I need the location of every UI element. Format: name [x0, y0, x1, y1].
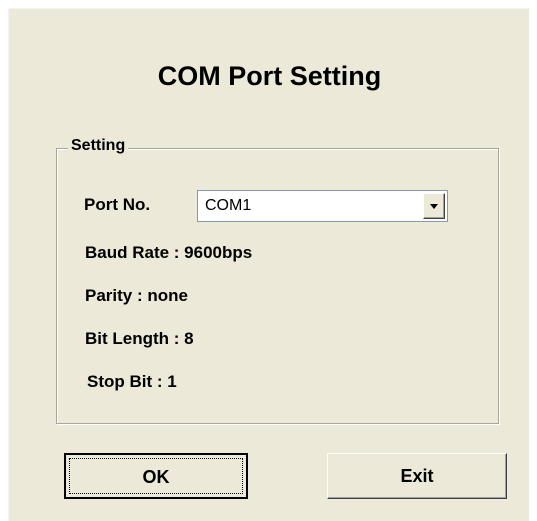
parity-text: Parity : none — [85, 286, 188, 305]
ok-button-label: OK — [142, 467, 170, 487]
ok-button[interactable]: OK — [64, 453, 248, 499]
combo-dropdown-button[interactable] — [423, 193, 445, 219]
baud-rate-text: Baud Rate : 9600bps — [85, 243, 253, 262]
dialog-title: COM Port Setting — [157, 61, 382, 91]
exit-button-label: Exit — [400, 466, 434, 486]
chevron-down-icon — [430, 204, 438, 209]
bit-length-text: Bit Length : 8 — [85, 329, 194, 348]
setting-group-legend: Setting — [68, 137, 129, 155]
port-no-label: Port No. — [84, 195, 151, 214]
exit-button[interactable]: Exit — [327, 453, 507, 499]
port-no-value: COM1 — [205, 197, 252, 214]
stop-bit-text: Stop Bit : 1 — [87, 372, 177, 391]
com-port-dialog: COM Port Setting Setting Port No. COM1 B… — [8, 8, 529, 521]
port-no-combobox[interactable]: COM1 — [197, 190, 448, 222]
